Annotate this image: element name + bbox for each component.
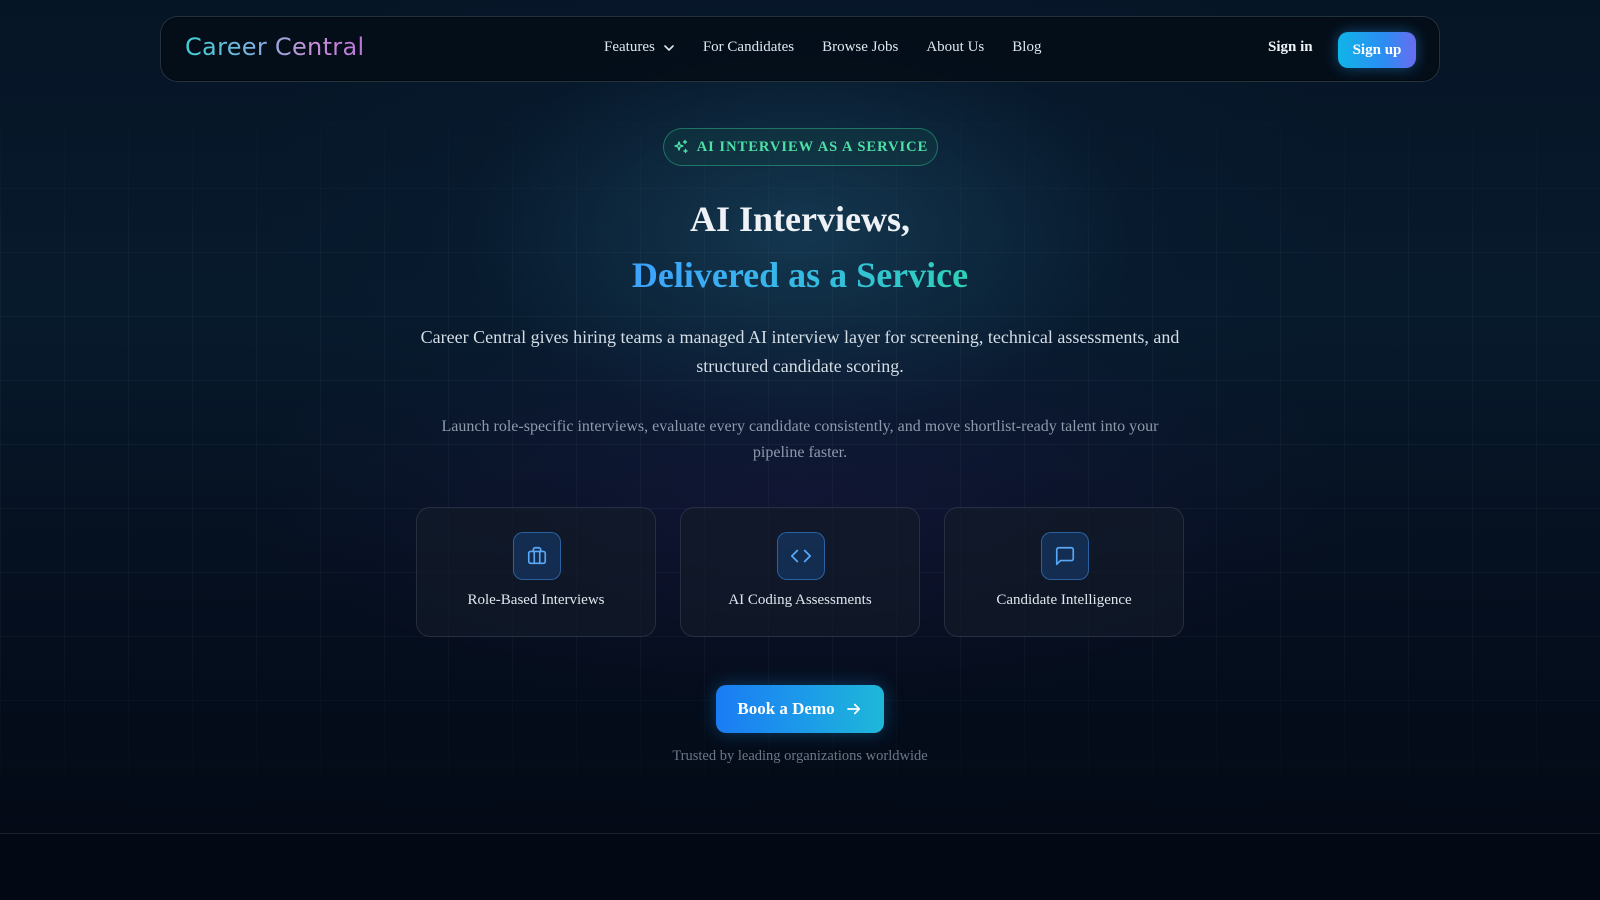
book-demo-button[interactable]: Book a Demo [716, 685, 884, 733]
message-square-icon [1041, 532, 1089, 580]
service-badge: AI INTERVIEW AS A SERVICE [663, 128, 938, 166]
hero-subtext: Launch role-specific interviews, evaluat… [441, 418, 1159, 461]
hero-lead: Career Central gives hiring teams a mana… [420, 327, 1180, 376]
book-demo-label: Book a Demo [737, 699, 835, 718]
hero-title-line1: AI Interviews, [690, 199, 910, 239]
top-navbar: Career Central Features For Candidates B… [160, 16, 1440, 82]
feature-card-label: Role-Based Interviews [467, 592, 605, 608]
next-section [0, 834, 1600, 900]
feature-card-role-based[interactable]: Role-Based Interviews [416, 507, 656, 637]
feature-card-intelligence[interactable]: Candidate Intelligence [944, 507, 1184, 637]
nav-link-about-us[interactable]: About Us [926, 39, 984, 56]
feature-card-coding[interactable]: AI Coding Assessments [680, 507, 920, 637]
nav-link-blog[interactable]: Blog [1012, 39, 1041, 56]
code-icon [777, 532, 825, 580]
feature-card-label: Candidate Intelligence [996, 592, 1132, 608]
badge-label: AI INTERVIEW AS A SERVICE [696, 138, 929, 155]
nav-links: Features For Candidates Browse Jobs Abou… [604, 39, 1069, 56]
trusted-caption: Trusted by leading organizations worldwi… [672, 748, 928, 764]
nav-link-for-candidates[interactable]: For Candidates [703, 39, 794, 56]
sparkles-icon [673, 139, 689, 155]
nav-link-features[interactable]: Features [604, 39, 675, 56]
logo[interactable]: Career Central [185, 33, 364, 61]
chevron-down-icon [663, 42, 675, 54]
hero-title-gradient: Delivered as a Service [631, 255, 969, 295]
arrow-right-icon [845, 700, 863, 718]
nav-link-browse-jobs[interactable]: Browse Jobs [822, 39, 898, 56]
briefcase-icon [513, 532, 561, 580]
sign-in-link[interactable]: Sign in [1268, 39, 1313, 56]
sign-up-button[interactable]: Sign up [1338, 32, 1416, 68]
feature-card-label: AI Coding Assessments [728, 592, 872, 608]
nav-link-label: Features [604, 39, 655, 55]
hero-title-line2: Delivered as a Service [0, 254, 1600, 296]
